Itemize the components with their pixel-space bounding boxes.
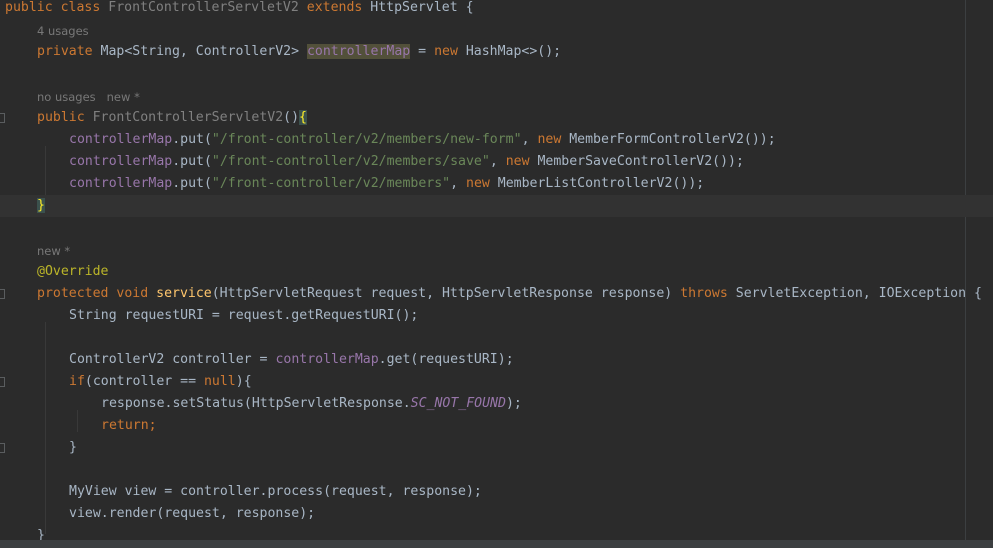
keyword: new [505, 154, 530, 169]
parens: () [283, 110, 300, 125]
constructor-name: FrontControllerServletV2 [92, 110, 284, 125]
inlay-hint-line: no usages new * [0, 86, 993, 108]
parameters: (HttpServletRequest request, HttpServlet… [211, 286, 673, 301]
comma: , [521, 132, 538, 147]
keyword: public [5, 0, 53, 15]
comma: , [450, 176, 466, 191]
method-call: .put( [172, 176, 212, 191]
brace: { [465, 0, 474, 15]
field-name: controllerMap [306, 44, 411, 59]
expression: MemberFormControllerV2()); [561, 132, 776, 147]
code-line-constructor-close[interactable]: } [0, 195, 993, 217]
keyword: new [434, 44, 458, 59]
method-name: service [156, 286, 212, 301]
statement: view.render(request, response); [69, 506, 316, 521]
keyword: new [466, 176, 490, 191]
semicolon: ; [148, 418, 157, 433]
constant: SC_NOT_FOUND [410, 396, 506, 411]
horizontal-scrollbar[interactable] [0, 540, 993, 548]
keyword: class [60, 0, 101, 15]
ctor-usages-hint[interactable]: no usages new * [37, 86, 140, 108]
code-line-controller-get[interactable]: ControllerV2 controller = controllerMap.… [0, 349, 993, 371]
class-name: FrontControllerServletV2 [108, 0, 299, 15]
statement: MyView view = controller.process(request… [69, 484, 482, 499]
assign-operator: = [418, 44, 427, 59]
inlay-hint-line: new * [0, 240, 993, 262]
method-call: .put( [172, 132, 212, 147]
string-literal: "/front-controller/v2/members/new-form" [211, 132, 522, 147]
keyword: null [203, 374, 236, 389]
code-line-field-declaration[interactable]: private Map<String, ControllerV2> contro… [0, 41, 993, 63]
brace: ){ [235, 374, 252, 389]
keyword: throws [680, 286, 728, 301]
service-hint[interactable]: new * [37, 240, 70, 262]
code-line-if[interactable]: if(controller == null){ [0, 371, 993, 393]
code-line-put-save[interactable]: controllerMap.put("/front-controller/v2/… [0, 151, 993, 173]
code-line-put-new-form[interactable]: controllerMap.put("/front-controller/v2/… [0, 129, 993, 151]
field-ref: controllerMap [69, 176, 173, 191]
string-literal: "/front-controller/v2/members/save" [211, 154, 490, 169]
comma: , [489, 154, 506, 169]
keyword: if [69, 374, 85, 389]
inlay-hint-line: 4 usages [0, 20, 993, 42]
code-line-request-uri[interactable]: String requestURI = request.getRequestUR… [0, 305, 993, 327]
code-line-render[interactable]: view.render(request, response); [0, 503, 993, 525]
code-line-return[interactable]: return; [0, 415, 993, 437]
field-ref: controllerMap [69, 132, 173, 147]
keyword: public [37, 110, 85, 125]
code-editor[interactable]: public class FrontControllerServletV2 ex… [0, 0, 993, 548]
string-literal: "/front-controller/v2/members" [211, 176, 451, 191]
keyword: protected [37, 286, 109, 301]
field-type: Map<String, ControllerV2> [100, 44, 300, 59]
code-line-set-status[interactable]: response.setStatus(HttpServletResponse.S… [0, 393, 993, 415]
usages-hint[interactable]: 4 usages [37, 20, 89, 42]
field-ref: controllerMap [69, 154, 173, 169]
code-line-service-declaration[interactable]: protected void service(HttpServletReques… [0, 283, 993, 305]
code-line-put-list[interactable]: controllerMap.put("/front-controller/v2/… [0, 173, 993, 195]
brace-match: { [299, 110, 307, 125]
expression: response.setStatus(HttpServletResponse. [101, 396, 411, 411]
expression: MemberListControllerV2()); [489, 176, 705, 191]
brace-match: } [37, 198, 45, 213]
annotation: @Override [37, 264, 109, 279]
keyword: extends [306, 0, 363, 15]
keyword: new [537, 132, 562, 147]
code-line-process[interactable]: MyView view = controller.process(request… [0, 481, 993, 503]
statement: String requestURI = request.getRequestUR… [69, 308, 419, 323]
expression: MemberSaveControllerV2()); [529, 154, 744, 169]
expression: .get(requestURI); [378, 352, 514, 367]
field-ref: controllerMap [275, 352, 379, 367]
keyword: void [116, 286, 149, 301]
method-call: .put( [172, 154, 212, 169]
expression: ); [505, 396, 522, 411]
declaration: ControllerV2 controller = [69, 352, 276, 367]
brace: } [69, 440, 77, 455]
code-line-class-declaration[interactable]: public class FrontControllerServletV2 ex… [0, 0, 993, 19]
condition: (controller == [84, 374, 204, 389]
code-line-constructor[interactable]: public FrontControllerServletV2(){ [0, 107, 993, 129]
keyword: private [37, 44, 93, 59]
exceptions: ServletException, IOException { [735, 286, 982, 301]
code-line-if-close[interactable]: } [0, 437, 993, 459]
code-line-override[interactable]: @Override [0, 261, 993, 283]
parent-class: HttpServlet [370, 0, 458, 15]
keyword: return [101, 418, 149, 433]
expression: HashMap<>(); [465, 44, 562, 59]
